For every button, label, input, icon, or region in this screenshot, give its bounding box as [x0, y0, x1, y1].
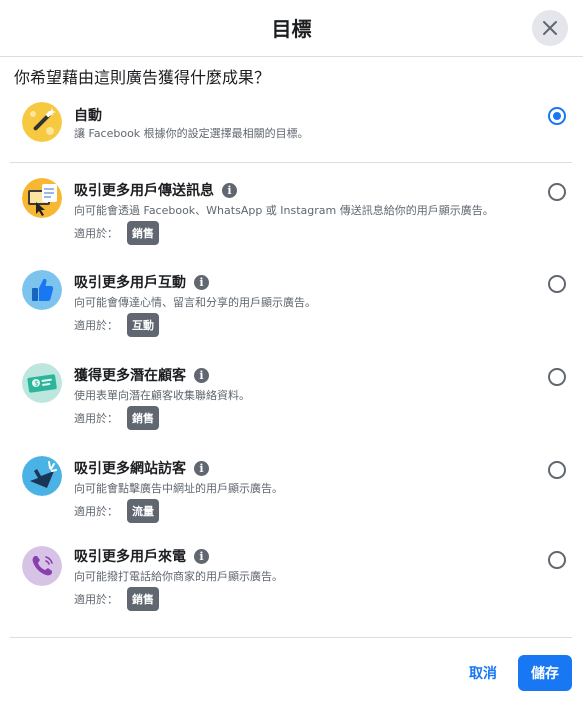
option-calls[interactable]: 吸引更多用戶來電 i 向可能撥打電話給你商家的用戶顯示廣告。 適用於： 銷售: [0, 542, 583, 626]
footer-divider: [10, 637, 572, 638]
svg-text:$: $: [34, 380, 38, 388]
close-button[interactable]: [532, 10, 568, 46]
applies-to-label: 適用於：: [74, 319, 118, 332]
category-badge: 流量: [127, 499, 159, 523]
info-icon[interactable]: i: [194, 368, 209, 383]
radio-leads[interactable]: [548, 368, 566, 386]
info-icon[interactable]: i: [194, 461, 209, 476]
option-automatic[interactable]: 自動 讓 Facebook 根據你的設定選擇最相關的目標。: [0, 96, 583, 160]
message-icon: [22, 178, 62, 218]
option-messages[interactable]: 吸引更多用戶傳送訊息 i 向可能會透過 Facebook、WhatsApp 或 I…: [0, 172, 583, 256]
option-description: 使用表單向潛在顧客收集聯絡資料。: [74, 389, 250, 402]
cancel-button[interactable]: 取消: [460, 656, 506, 690]
applies-to-label: 適用於：: [74, 227, 118, 240]
option-title: 獲得更多潛在顧客: [74, 368, 186, 384]
category-badge: 銷售: [127, 406, 159, 430]
option-website-visitors[interactable]: 吸引更多網站訪客 i 向可能會點擊廣告中網址的用戶顯示廣告。 適用於： 流量: [0, 450, 583, 534]
option-description: 讓 Facebook 根據你的設定選擇最相關的目標。: [74, 127, 309, 140]
objective-dialog: 目標 你希望藉由這則廣告獲得什麼成果？ 自動 讓 Facebook 根據你的設定…: [0, 0, 583, 705]
option-title: 吸引更多用戶來電: [74, 549, 186, 565]
option-engagement[interactable]: 吸引更多用戶互動 i 向可能會傳達心情、留言和分享的用戶顯示廣告。 適用於： 互動: [0, 264, 583, 348]
dialog-title: 目標: [271, 17, 312, 41]
applies-to: 適用於： 銷售: [74, 587, 159, 611]
category-badge: 銷售: [127, 221, 159, 245]
dialog-header: 目標: [0, 0, 583, 57]
option-leads[interactable]: $ 獲得更多潛在顧客 i 使用表單向潛在顧客收集聯絡資料。 適用於： 銷售: [0, 357, 583, 441]
option-title: 吸引更多用戶互動: [74, 275, 186, 291]
info-icon[interactable]: i: [194, 549, 209, 564]
objective-question: 你希望藉由這則廣告獲得什麼成果？: [14, 68, 271, 87]
contact-card-icon: $: [22, 363, 62, 403]
option-title: 自動: [74, 108, 102, 124]
option-title: 吸引更多網站訪客: [74, 461, 186, 477]
info-icon[interactable]: i: [194, 275, 209, 290]
radio-calls[interactable]: [548, 551, 566, 569]
cursor-click-icon: [22, 456, 62, 496]
applies-to: 適用於： 銷售: [74, 221, 159, 245]
option-title: 吸引更多用戶傳送訊息: [74, 183, 214, 199]
option-description: 向可能撥打電話給你商家的用戶顯示廣告。: [74, 570, 283, 583]
applies-to-label: 適用於：: [74, 505, 118, 518]
radio-engagement[interactable]: [548, 275, 566, 293]
category-badge: 銷售: [127, 587, 159, 611]
save-button[interactable]: 儲存: [518, 655, 572, 691]
thumbs-up-icon: [22, 270, 62, 310]
magic-wand-icon: [22, 102, 62, 142]
radio-website-visitors[interactable]: [548, 461, 566, 479]
option-description: 向可能會透過 Facebook、WhatsApp 或 Instagram 傳送訊…: [74, 204, 494, 217]
applies-to: 適用於： 銷售: [74, 406, 159, 430]
close-icon: [543, 21, 557, 35]
phone-icon: [22, 546, 62, 586]
option-description: 向可能會傳達心情、留言和分享的用戶顯示廣告。: [74, 296, 316, 309]
info-icon[interactable]: i: [222, 183, 237, 198]
option-description: 向可能會點擊廣告中網址的用戶顯示廣告。: [74, 482, 283, 495]
category-badge: 互動: [127, 313, 159, 337]
radio-messages[interactable]: [548, 183, 566, 201]
applies-to-label: 適用於：: [74, 593, 118, 606]
applies-to-label: 適用於：: [74, 412, 118, 425]
applies-to: 適用於： 流量: [74, 499, 159, 523]
divider: [10, 162, 572, 163]
applies-to: 適用於： 互動: [74, 313, 159, 337]
radio-automatic[interactable]: [548, 107, 566, 125]
